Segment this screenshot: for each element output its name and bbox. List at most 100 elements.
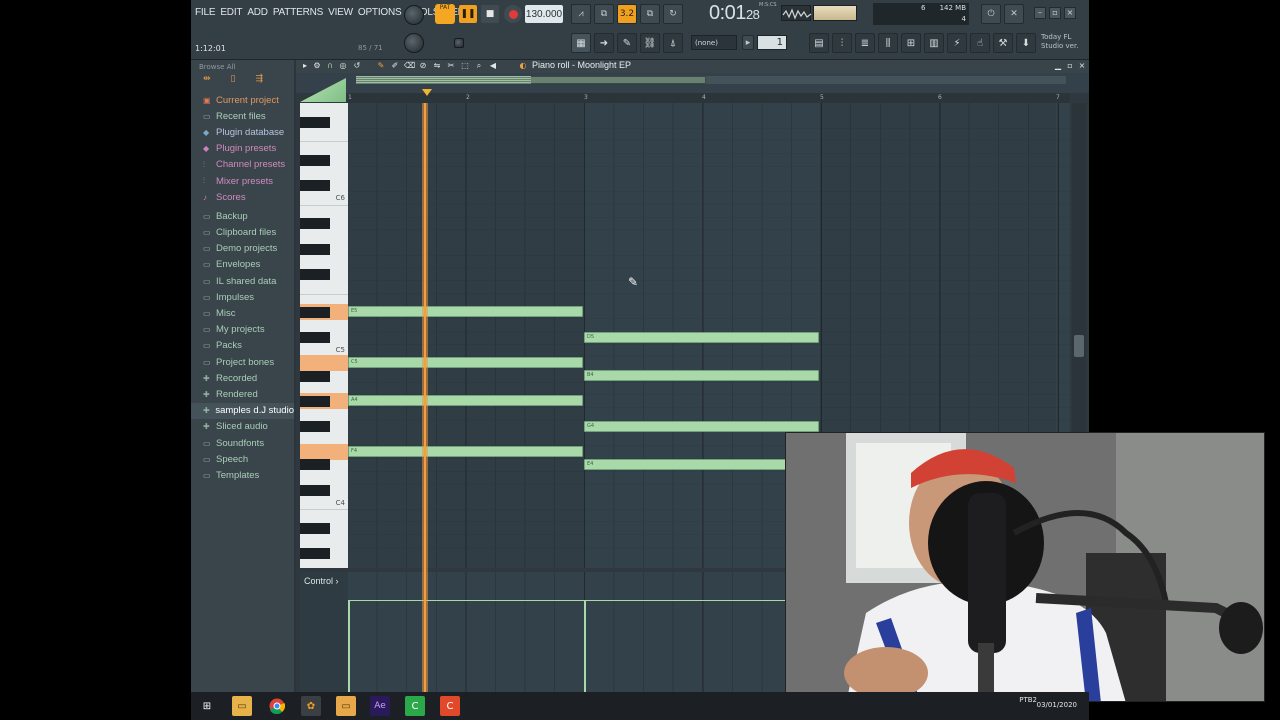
velocity-stem[interactable] xyxy=(348,600,350,692)
camtasia-green-icon[interactable]: C xyxy=(405,696,425,716)
black-key[interactable] xyxy=(300,395,330,407)
black-key[interactable] xyxy=(300,154,330,166)
browser-item[interactable]: ✚ samples d.J studio xyxy=(191,402,294,419)
piano-roll-view-icon[interactable]: ▦ xyxy=(571,33,591,53)
browser-header[interactable]: Browse All xyxy=(191,60,294,74)
magnet-icon[interactable]: ∩ xyxy=(325,61,335,71)
select-tool-icon[interactable]: ⬚ xyxy=(460,61,470,71)
piano-keyboard[interactable]: C6 C5 C4 xyxy=(300,103,348,568)
browser-item[interactable]: ▭ Backup xyxy=(191,208,294,224)
browser-item[interactable]: ▣ Current project xyxy=(191,92,294,108)
browser-item[interactable]: ▭ Soundfonts xyxy=(191,435,294,451)
pattern-next-arrow[interactable]: ▸ xyxy=(742,35,754,50)
browser-item[interactable]: ✚ Sliced audio xyxy=(191,419,294,435)
pr-close-button[interactable]: × xyxy=(1077,61,1087,71)
browser-item[interactable]: ▭ Envelopes xyxy=(191,257,294,273)
piano-roll-icon[interactable]: ⫶ xyxy=(832,33,852,53)
black-key[interactable] xyxy=(300,484,330,496)
record-button[interactable] xyxy=(504,5,522,23)
browser-item[interactable]: ▭ IL shared data xyxy=(191,273,294,289)
black-key[interactable] xyxy=(300,116,330,128)
black-key[interactable] xyxy=(300,268,330,280)
play-icon[interactable]: ▸ xyxy=(300,61,310,71)
menu-file[interactable]: FILE xyxy=(195,7,216,18)
target-notes-icon[interactable]: ◐ xyxy=(518,61,528,71)
news-panel[interactable]: Today FL Studio ver. xyxy=(1041,33,1089,51)
loop-record-button[interactable]: ↻ xyxy=(663,4,683,24)
collapse-icon[interactable]: ⇹ xyxy=(203,74,211,92)
folder-taskbar-icon[interactable]: ▭ xyxy=(336,696,356,716)
black-key[interactable] xyxy=(300,180,330,191)
snap-button[interactable]: 3.2 xyxy=(617,4,637,24)
bar-ruler[interactable]: 1 2 3 4 5 6 7 xyxy=(348,93,1070,103)
menu-patterns[interactable]: PATTERNS xyxy=(273,7,323,18)
black-key[interactable] xyxy=(300,243,330,255)
channel-rack-icon[interactable]: ≣ xyxy=(855,33,875,53)
note[interactable]: C5 xyxy=(348,357,583,368)
black-key[interactable] xyxy=(300,522,330,534)
touch-icon[interactable]: ☝ xyxy=(970,33,990,53)
loop-icon[interactable]: ↺ xyxy=(352,61,362,71)
master-pitch-knob[interactable] xyxy=(404,33,424,53)
browser-item[interactable]: ✚ Recorded xyxy=(191,370,294,386)
browser-item[interactable]: ◆ Plugin presets xyxy=(191,141,294,157)
camtasia-red-icon[interactable]: C xyxy=(440,696,460,716)
tools-icon[interactable]: ⚒ xyxy=(993,33,1013,53)
browser-item[interactable]: ▭ Impulses xyxy=(191,289,294,305)
download-icon[interactable]: ⬇ xyxy=(1016,33,1036,53)
online-button[interactable]: ⏻ xyxy=(981,4,1001,24)
master-volume-knob[interactable] xyxy=(404,5,424,25)
delete-tool-icon[interactable]: ⌫ xyxy=(404,61,415,71)
browser-item[interactable]: ✚ Rendered xyxy=(191,386,294,402)
browser-item[interactable]: ⫶ Mixer presets xyxy=(191,173,294,189)
browser-item[interactable]: ▭ Templates xyxy=(191,467,294,483)
language-indicator[interactable]: PTB2 xyxy=(1019,696,1037,704)
chrome-icon[interactable] xyxy=(267,696,287,716)
plugin-picker-icon[interactable]: ⊞ xyxy=(901,33,921,53)
pause-button[interactable]: ❚❚ xyxy=(459,5,477,23)
note[interactable]: E5 xyxy=(348,306,583,318)
windows-start-icon[interactable]: ⊞ xyxy=(197,696,217,716)
mute-tool-icon[interactable]: ⊘ xyxy=(418,61,428,71)
pr-maximize-button[interactable]: ▫ xyxy=(1065,61,1075,71)
after-effects-icon[interactable]: Ae xyxy=(370,696,390,716)
metronome-button[interactable]: ⩘ xyxy=(571,4,591,24)
link-icon[interactable]: ⛓ xyxy=(640,33,660,53)
note[interactable]: A4 xyxy=(348,395,583,407)
browser-icon[interactable]: ▥ xyxy=(924,33,944,53)
scroll-thumb[interactable] xyxy=(1074,335,1084,357)
menu-options[interactable]: OPTIONS xyxy=(358,7,402,18)
browser-item[interactable]: ▭ Recent files xyxy=(191,108,294,124)
file-icon[interactable]: ▯ xyxy=(231,74,236,92)
brush-tool-icon[interactable]: ✐ xyxy=(390,61,400,71)
wait-input-button[interactable]: ⧉ xyxy=(594,4,614,24)
browser-item[interactable]: ▭ Demo projects xyxy=(191,241,294,257)
stamp-icon[interactable]: ⍋ xyxy=(663,33,683,53)
black-key[interactable] xyxy=(300,421,330,433)
tempo-slider[interactable] xyxy=(454,38,464,48)
pattern-song-toggle[interactable]: PAT xyxy=(435,4,455,24)
black-key[interactable] xyxy=(300,307,330,318)
close-button[interactable]: × xyxy=(1064,7,1076,19)
tempo-display[interactable]: 130.000 xyxy=(525,5,563,23)
target-icon[interactable]: ◎ xyxy=(338,61,348,71)
fl-studio-taskbar-icon[interactable]: ✿ xyxy=(301,696,321,716)
note[interactable]: E4 xyxy=(584,458,819,470)
browser-item[interactable]: ◆ Plugin database xyxy=(191,124,294,140)
black-key[interactable] xyxy=(300,370,330,382)
blend-notes-button[interactable]: ⧉ xyxy=(640,4,660,24)
note[interactable]: G4 xyxy=(584,420,819,432)
black-key[interactable] xyxy=(300,548,330,560)
browser-item[interactable]: ▭ Clipboard files xyxy=(191,225,294,241)
slice-tool-icon[interactable]: ✂ xyxy=(446,61,456,71)
black-key[interactable] xyxy=(300,459,330,471)
velocity-stem[interactable] xyxy=(584,600,586,692)
pattern-select[interactable]: (none) xyxy=(691,35,737,50)
slip-tool-icon[interactable]: ⇋ xyxy=(432,61,442,71)
browser-item[interactable]: ▭ Speech xyxy=(191,451,294,467)
stop-button[interactable]: ■ xyxy=(481,5,499,23)
expand-icon[interactable]: ⇶ xyxy=(256,74,264,92)
restore-button[interactable]: ▫ xyxy=(1049,7,1061,19)
browser-item[interactable]: ▭ Packs xyxy=(191,338,294,354)
playhead-marker[interactable] xyxy=(422,89,432,96)
